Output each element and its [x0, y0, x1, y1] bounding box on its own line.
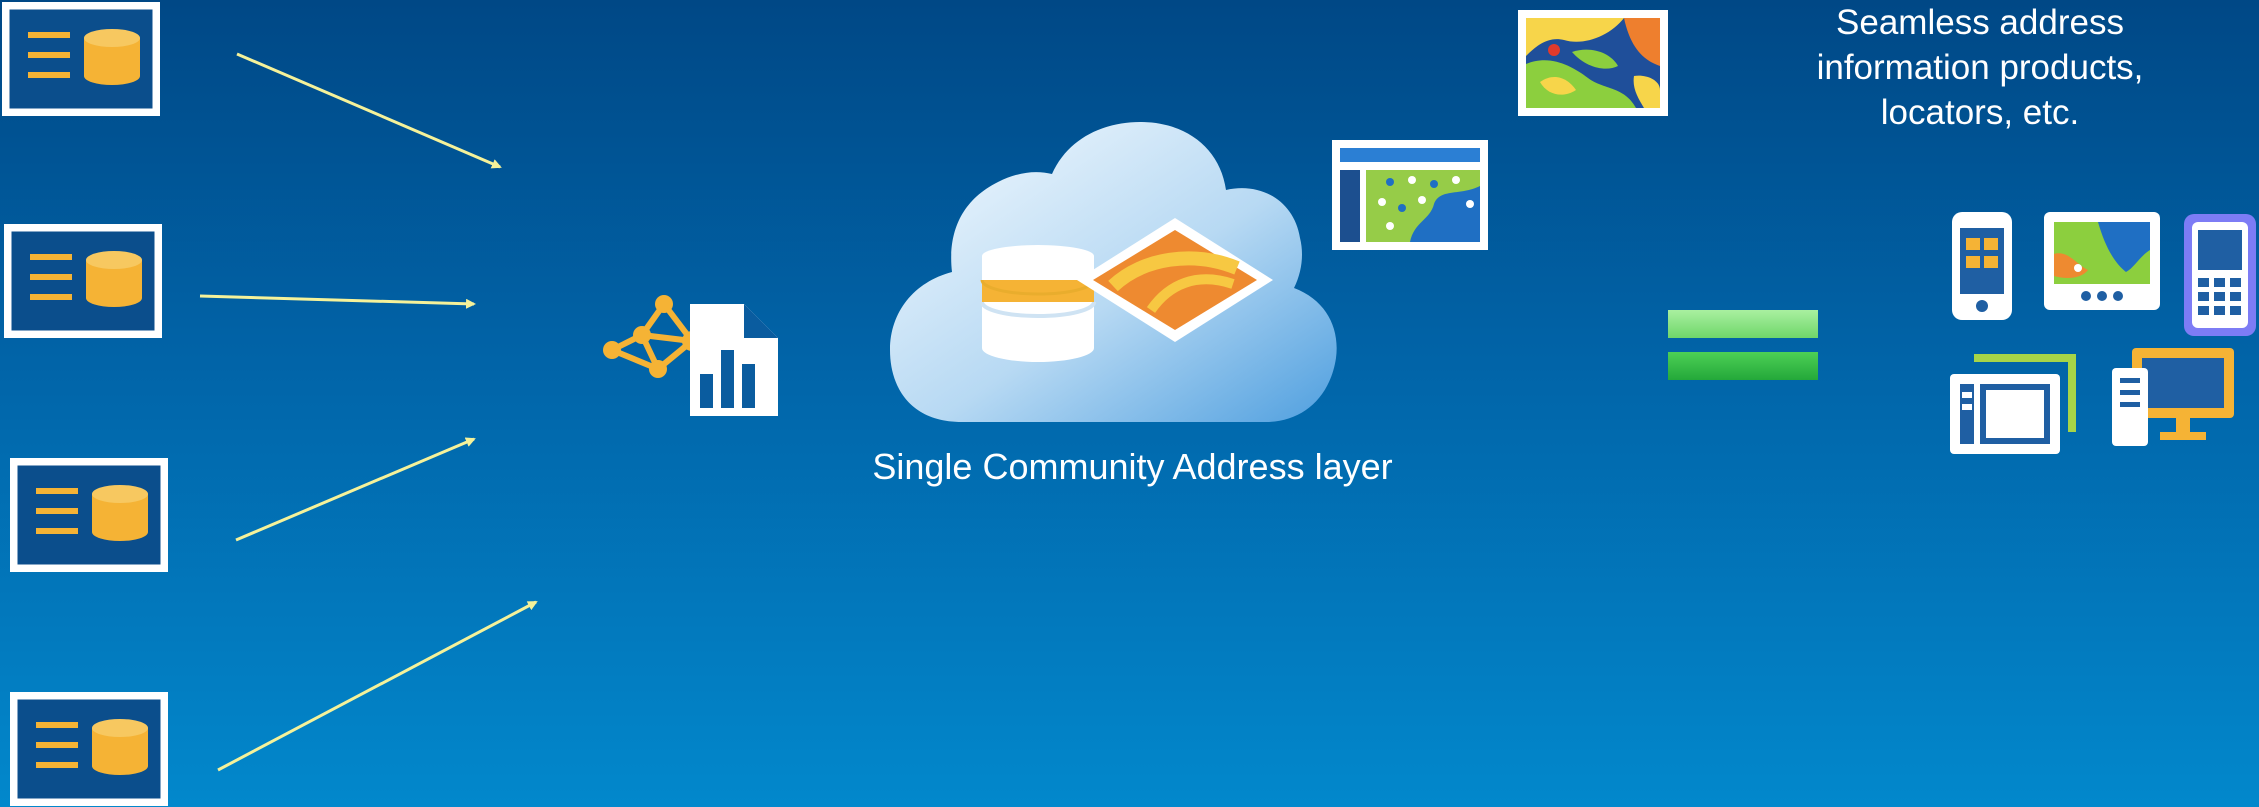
- map-tile-icon: [1077, 218, 1273, 342]
- arrow-3: [235, 437, 476, 542]
- tablet-map-icon: [2044, 212, 2160, 310]
- output-label-line-1: Seamless address: [1836, 3, 2124, 42]
- arrow-4: [217, 600, 538, 772]
- laptop-tablet-icon: [1950, 354, 2076, 454]
- output-label-line-3: locators, etc.: [1880, 93, 2080, 132]
- handheld-device-icon: [2184, 214, 2256, 336]
- arrow-2: [199, 294, 476, 309]
- topographic-map-icon: [1518, 10, 1668, 116]
- source-arrows: [199, 52, 538, 772]
- desktop-computer-icon: [2112, 348, 2234, 446]
- web-map-icon: [1332, 140, 1488, 250]
- smartphone-icon: [1952, 212, 2012, 320]
- arrow-1: [236, 52, 502, 169]
- report-document-icon: [690, 304, 778, 416]
- output-label: Seamless address information products, l…: [1760, 0, 2200, 135]
- diagram-canvas: { "diagram": { "center_label": "Single C…: [0, 0, 2259, 807]
- output-label-line-2: information products,: [1816, 48, 2144, 87]
- equals-icon: [1668, 310, 1818, 380]
- center-label: Single Community Address layer: [872, 446, 1393, 487]
